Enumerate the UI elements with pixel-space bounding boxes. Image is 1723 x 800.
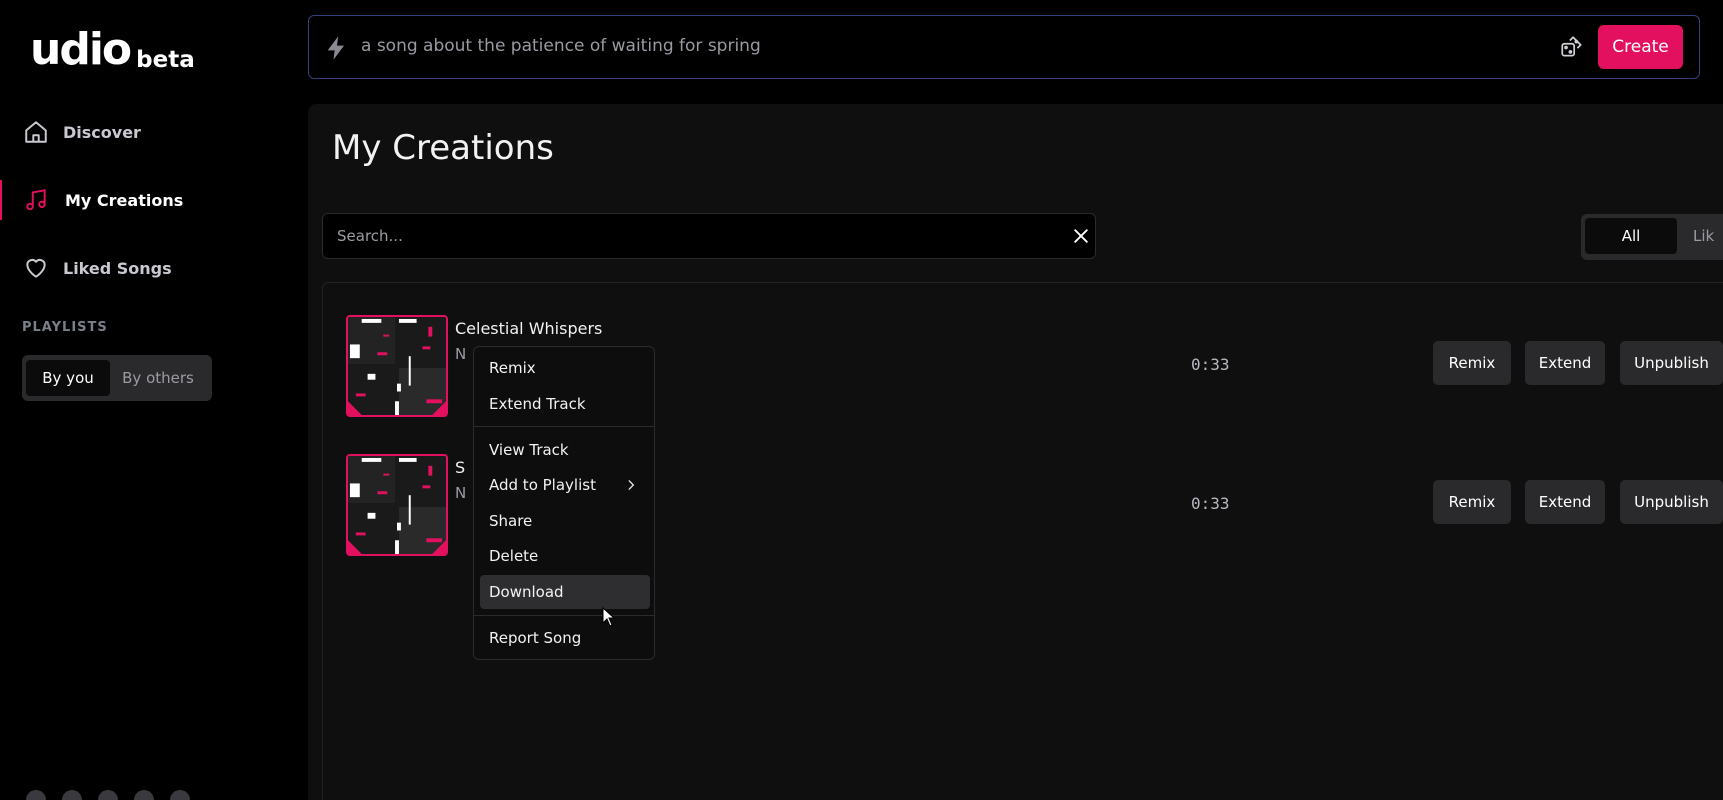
prompt-bar[interactable]: a song about the patience of waiting for…	[308, 15, 1700, 79]
by-you-tab[interactable]: By you	[26, 360, 110, 396]
song-context-menu: Remix Extend Track View Track Add to Pla…	[473, 346, 655, 660]
udio-logo[interactable]: udio beta	[30, 24, 195, 75]
menu-item-extend-track[interactable]: Extend Track	[480, 387, 650, 421]
sidebar-item-liked-songs[interactable]: Liked Songs	[0, 244, 308, 292]
page-title: My Creations	[332, 128, 554, 168]
filter-tabs: All Lik	[1581, 214, 1723, 260]
sidebar-item-my-creations[interactable]: My Creations	[0, 176, 308, 224]
sidebar: udio beta Discover My Creations Liked So…	[0, 0, 308, 800]
menu-item-delete[interactable]: Delete	[480, 539, 650, 573]
playlists-heading: PLAYLISTS	[22, 320, 108, 335]
create-button[interactable]: Create	[1598, 25, 1683, 69]
chevron-right-icon	[624, 478, 638, 492]
sidebar-item-label: My Creations	[65, 190, 184, 210]
song-title[interactable]: S	[455, 458, 465, 477]
song-title[interactable]: Celestial Whispers	[455, 319, 602, 338]
tiktok-icon[interactable]	[134, 790, 154, 800]
menu-item-remix[interactable]: Remix	[480, 351, 650, 385]
prompt-input[interactable]: a song about the patience of waiting for…	[361, 36, 761, 56]
menu-item-download[interactable]: Download	[480, 575, 650, 609]
menu-item-report-song[interactable]: Report Song	[480, 621, 650, 655]
search-box	[322, 213, 1096, 259]
social-links	[26, 790, 190, 800]
tab-liked[interactable]: Lik	[1677, 218, 1723, 254]
song-subtitle: N	[455, 484, 467, 502]
sidebar-item-discover[interactable]: Discover	[0, 108, 308, 156]
logo-wordmark: udio	[30, 24, 132, 75]
artwork-pattern	[348, 317, 446, 415]
search-input[interactable]	[323, 214, 1043, 258]
playlist-owner-toggle: By you By others	[22, 355, 212, 401]
menu-divider	[474, 615, 654, 616]
lightning-icon	[323, 34, 351, 62]
song-artwork[interactable]	[346, 454, 448, 556]
sidebar-item-label: Discover	[63, 122, 141, 142]
heart-icon	[22, 254, 50, 282]
instagram-icon[interactable]	[62, 790, 82, 800]
menu-divider	[474, 426, 654, 427]
menu-item-view-track[interactable]: View Track	[480, 433, 650, 467]
sidebar-item-label: Liked Songs	[63, 258, 172, 278]
song-subtitle: N	[455, 345, 467, 363]
song-duration: 0:33	[1191, 494, 1230, 513]
remix-button[interactable]: Remix	[1433, 341, 1511, 385]
song-artwork[interactable]	[346, 315, 448, 417]
tab-all[interactable]: All	[1585, 218, 1677, 254]
menu-item-label: Add to Playlist	[489, 476, 596, 494]
music-note-icon	[22, 186, 50, 214]
mouse-cursor-icon	[602, 606, 616, 627]
clear-search-icon[interactable]	[1071, 226, 1091, 246]
remix-button[interactable]: Remix	[1433, 480, 1511, 524]
home-icon	[22, 118, 50, 146]
song-duration: 0:33	[1191, 355, 1230, 374]
logo-beta-badge: beta	[136, 47, 195, 73]
unpublish-button[interactable]: Unpublish	[1620, 480, 1723, 524]
extend-button[interactable]: Extend	[1525, 341, 1605, 385]
twitter-icon[interactable]	[26, 790, 46, 800]
discord-icon[interactable]	[98, 790, 118, 800]
globe-icon[interactable]	[170, 790, 190, 800]
random-prompt-dice-icon[interactable]	[1559, 34, 1587, 62]
menu-item-share[interactable]: Share	[480, 504, 650, 538]
extend-button[interactable]: Extend	[1525, 480, 1605, 524]
artwork-pattern	[348, 456, 446, 554]
menu-item-add-to-playlist[interactable]: Add to Playlist	[480, 468, 650, 502]
by-others-tab[interactable]: By others	[110, 360, 206, 396]
unpublish-button[interactable]: Unpublish	[1620, 341, 1723, 385]
